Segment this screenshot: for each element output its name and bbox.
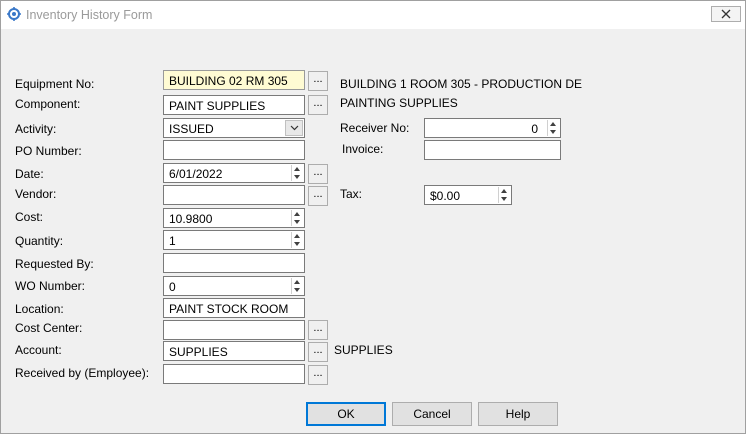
- activity-select[interactable]: ISSUED: [163, 118, 305, 138]
- chevron-down-icon: [290, 125, 299, 131]
- equipment-no-input[interactable]: BUILDING 02 RM 305: [163, 70, 305, 90]
- account-lookup-button[interactable]: ...: [308, 342, 328, 362]
- spin-up-icon: [294, 212, 300, 216]
- spin-down-icon: [501, 197, 507, 201]
- gear-app-icon: [7, 7, 21, 21]
- spin-up-icon: [294, 280, 300, 284]
- tax-value: $0.00: [430, 189, 461, 203]
- spin-down-icon: [294, 288, 300, 292]
- activity-dropdown-button[interactable]: [285, 120, 303, 136]
- activity-label: Activity:: [15, 122, 57, 136]
- equipment-lookup-button[interactable]: ...: [308, 71, 328, 91]
- title-bar: Inventory History Form: [1, 1, 745, 29]
- date-input[interactable]: 6/01/2022: [163, 163, 305, 183]
- component-description: PAINTING SUPPLIES: [340, 96, 458, 110]
- received-by-label: Received by (Employee):: [15, 366, 150, 380]
- cost-center-label: Cost Center:: [15, 321, 83, 335]
- quantity-input[interactable]: 1: [163, 230, 305, 250]
- account-description: SUPPLIES: [334, 343, 393, 357]
- cost-center-input[interactable]: [163, 320, 305, 340]
- vendor-input[interactable]: [163, 185, 305, 205]
- tax-spinner[interactable]: [498, 187, 510, 203]
- cost-spinner[interactable]: [291, 210, 303, 226]
- window-title: Inventory History Form: [26, 8, 153, 22]
- invoice-label: Invoice:: [342, 142, 384, 156]
- quantity-spinner[interactable]: [291, 232, 303, 248]
- component-input[interactable]: PAINT SUPPLIES: [163, 95, 305, 115]
- close-icon: [721, 9, 731, 19]
- vendor-label: Vendor:: [15, 187, 57, 201]
- spin-down-icon: [294, 242, 300, 246]
- spin-up-icon: [294, 167, 300, 171]
- po-number-label: PO Number:: [15, 144, 82, 158]
- po-number-input[interactable]: [163, 140, 305, 160]
- equipment-description: BUILDING 1 ROOM 305 - PRODUCTION DE: [340, 77, 583, 91]
- ok-button[interactable]: OK: [306, 402, 386, 426]
- received-by-input[interactable]: [163, 364, 305, 384]
- receiver-no-value: 0: [531, 122, 538, 136]
- wo-number-input[interactable]: 0: [163, 276, 305, 296]
- requested-by-label: Requested By:: [15, 257, 94, 271]
- account-input[interactable]: SUPPLIES: [163, 341, 305, 361]
- invoice-input[interactable]: [424, 140, 561, 160]
- equipment-no-label: Equipment No:: [15, 77, 95, 91]
- cost-center-lookup-button[interactable]: ...: [308, 320, 328, 340]
- date-value: 6/01/2022: [169, 167, 223, 181]
- receiver-no-label: Receiver No:: [340, 121, 410, 135]
- account-label: Account:: [15, 343, 62, 357]
- tax-label: Tax:: [340, 187, 363, 201]
- wo-number-spinner[interactable]: [291, 278, 303, 294]
- location-input[interactable]: PAINT STOCK ROOM: [163, 298, 305, 318]
- receiver-no-spinner[interactable]: [547, 120, 559, 136]
- quantity-value: 1: [169, 234, 176, 248]
- activity-value: ISSUED: [169, 122, 214, 136]
- equipment-no-value: BUILDING 02 RM 305: [169, 74, 288, 88]
- spin-up-icon: [550, 122, 556, 126]
- date-lookup-button[interactable]: ...: [308, 164, 328, 184]
- component-label: Component:: [15, 97, 81, 111]
- received-by-lookup-button[interactable]: ...: [308, 365, 328, 385]
- date-label: Date:: [15, 167, 44, 181]
- component-lookup-button[interactable]: ...: [308, 95, 328, 115]
- wo-number-value: 0: [169, 280, 176, 294]
- requested-by-input[interactable]: [163, 253, 305, 273]
- cost-value: 10.9800: [169, 212, 213, 226]
- help-button[interactable]: Help: [478, 402, 558, 426]
- tax-input[interactable]: $0.00: [424, 185, 512, 205]
- quantity-label: Quantity:: [15, 234, 64, 248]
- vendor-lookup-button[interactable]: ...: [308, 186, 328, 206]
- date-spinner[interactable]: [291, 165, 303, 181]
- receiver-no-input[interactable]: 0: [424, 118, 561, 138]
- account-value: SUPPLIES: [169, 345, 228, 359]
- cost-label: Cost:: [15, 210, 44, 224]
- location-label: Location:: [15, 302, 64, 316]
- component-value: PAINT SUPPLIES: [169, 99, 266, 113]
- close-button[interactable]: [711, 6, 741, 22]
- cost-input[interactable]: 10.9800: [163, 208, 305, 228]
- spin-down-icon: [294, 175, 300, 179]
- cancel-button[interactable]: Cancel: [392, 402, 472, 426]
- location-value: PAINT STOCK ROOM: [169, 302, 289, 316]
- spin-up-icon: [294, 234, 300, 238]
- inventory-history-window: Inventory History Form Equipment No: Com…: [0, 0, 746, 434]
- spin-down-icon: [294, 220, 300, 224]
- wo-number-label: WO Number:: [15, 279, 86, 293]
- spin-up-icon: [501, 189, 507, 193]
- spin-down-icon: [550, 130, 556, 134]
